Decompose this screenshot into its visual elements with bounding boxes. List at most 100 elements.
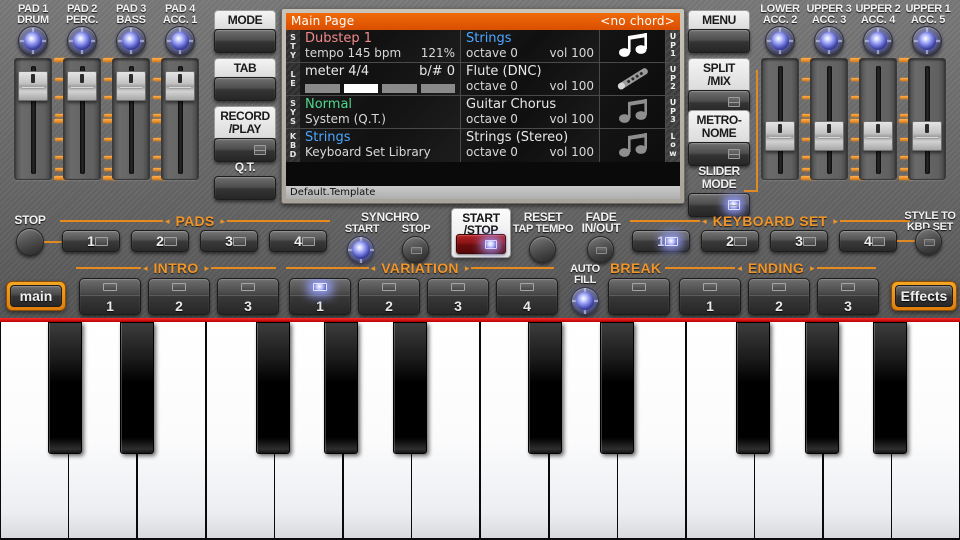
- lcd-up2-sound-cell[interactable]: Flute (DNC) octave 0 vol 100: [461, 63, 600, 95]
- qt-button[interactable]: [214, 176, 276, 200]
- upper1-acc5-knob[interactable]: [912, 26, 942, 56]
- slider-upper3-acc3[interactable]: [810, 58, 848, 180]
- lcd-style-cell[interactable]: Dubstep 1 tempo 145 bpm 121%: [300, 30, 461, 62]
- slider-upper1-acc5[interactable]: [908, 58, 946, 180]
- black-key[interactable]: [805, 322, 839, 454]
- black-key[interactable]: [120, 322, 154, 454]
- slider-cap[interactable]: [863, 121, 893, 151]
- keyboard-set-button-4[interactable]: 4: [839, 230, 897, 252]
- main-button[interactable]: main: [6, 281, 66, 311]
- lcd-screen[interactable]: Main Page <no chord> STY Dubstep 1 tempo…: [286, 13, 680, 199]
- style-to-kbd-set-button[interactable]: [915, 228, 942, 255]
- lcd-row-style-2[interactable]: LE meter 4/4 b/# 0 F: [286, 63, 680, 96]
- lcd-up3-icon-cell[interactable]: [600, 96, 666, 128]
- slider-cap[interactable]: [912, 121, 942, 151]
- slider-lower-acc2[interactable]: [761, 58, 799, 180]
- black-key[interactable]: [256, 322, 290, 454]
- slider-pad-2[interactable]: [63, 58, 101, 180]
- ending-button-1[interactable]: 1: [679, 278, 741, 315]
- pad-button-1[interactable]: 1: [62, 230, 120, 252]
- pad-3-knob[interactable]: [116, 26, 146, 56]
- lcd-row-style-1[interactable]: STY Dubstep 1 tempo 145 bpm 121% Strings…: [286, 30, 680, 63]
- lcd-meter-cell[interactable]: meter 4/4 b/# 0: [300, 63, 461, 95]
- keyboard-set-button-3[interactable]: 3: [770, 230, 828, 252]
- variation-button-3[interactable]: 3: [427, 278, 489, 315]
- keyboard-set-button-2[interactable]: 2: [701, 230, 759, 252]
- pad-button-2[interactable]: 2: [131, 230, 189, 252]
- lcd-row-kbd[interactable]: KBD Strings Keyboard Set Library Strings…: [286, 129, 680, 162]
- start-stop-button[interactable]: [456, 234, 506, 254]
- fade-in-out-button[interactable]: [587, 236, 614, 263]
- slider-cap[interactable]: [67, 71, 97, 101]
- black-key[interactable]: [393, 322, 427, 454]
- intro-button-2[interactable]: 2: [148, 278, 210, 315]
- intro-3-number: 3: [218, 296, 278, 315]
- black-key[interactable]: [48, 322, 82, 454]
- tab-button[interactable]: [214, 77, 276, 101]
- upper2-acc4-knob[interactable]: [863, 26, 893, 56]
- led-sparkle-icon: [69, 28, 95, 54]
- slider-pad-3[interactable]: [112, 58, 150, 180]
- lcd-up3-sound-cell[interactable]: Guitar Chorus octave 0 vol 100: [461, 96, 600, 128]
- black-key[interactable]: [736, 322, 770, 454]
- menu-button[interactable]: [688, 29, 750, 53]
- black-key[interactable]: [528, 322, 562, 454]
- slider-cap[interactable]: [18, 71, 48, 101]
- lcd-low-sound-cell[interactable]: Strings (Stereo) octave 0 vol 100: [461, 129, 600, 162]
- slider-upper2-acc4[interactable]: [859, 58, 897, 180]
- qt-module[interactable]: Q.T.: [214, 158, 276, 200]
- slider-mode-module[interactable]: SLIDER MODE: [688, 162, 750, 217]
- black-key[interactable]: [600, 322, 634, 454]
- lcd-up1-sound-cell[interactable]: Strings octave 0 vol 100: [461, 30, 600, 62]
- variation-button-4[interactable]: 4: [496, 278, 558, 315]
- ending-button-2[interactable]: 2: [748, 278, 810, 315]
- piano-keyboard[interactable]: [0, 318, 960, 540]
- tab-module[interactable]: TAB: [214, 58, 276, 101]
- pad-1-knob[interactable]: [18, 26, 48, 56]
- slider-cap[interactable]: [116, 71, 146, 101]
- mode-module[interactable]: MODE: [214, 10, 276, 53]
- synchro-start-button[interactable]: [347, 236, 374, 263]
- pad-button-4[interactable]: 4: [269, 230, 327, 252]
- upper3-acc3-knob[interactable]: [814, 26, 844, 56]
- slider-pad-1[interactable]: [14, 58, 52, 180]
- intro-button-3[interactable]: 3: [217, 278, 279, 315]
- record-play-module[interactable]: RECORD /PLAY: [214, 106, 276, 162]
- break-button[interactable]: [608, 278, 670, 315]
- variation-button-2[interactable]: 2: [358, 278, 420, 315]
- slider-pad-4[interactable]: [161, 58, 199, 180]
- reset-tap-tempo-button[interactable]: [529, 236, 556, 263]
- pad-2-knob[interactable]: [67, 26, 97, 56]
- menu-module[interactable]: MENU: [688, 10, 750, 53]
- metronome-module[interactable]: METRO- NOME: [688, 110, 750, 166]
- keyboard-set-button-1[interactable]: 1: [632, 230, 690, 252]
- lower-acc2-knob[interactable]: [765, 26, 795, 56]
- lcd-kbdset-cell[interactable]: Strings Keyboard Set Library: [300, 129, 461, 162]
- lcd-row-sys[interactable]: SYS Normal System (Q.T.) Guitar Chorus o…: [286, 96, 680, 129]
- pad-4-knob[interactable]: [165, 26, 195, 56]
- mode-button[interactable]: [214, 29, 276, 53]
- lcd-system-cell[interactable]: Normal System (Q.T.): [300, 96, 461, 128]
- variation-button-1[interactable]: 1: [289, 278, 351, 315]
- synchro-stop-button[interactable]: [402, 236, 429, 263]
- slider-cap[interactable]: [814, 121, 844, 151]
- pad-button-3[interactable]: 3: [200, 230, 258, 252]
- effects-button[interactable]: Effects: [891, 281, 957, 311]
- split-mix-module[interactable]: SPLIT /MIX: [688, 58, 750, 114]
- lcd-up1-icon-cell[interactable]: [600, 30, 666, 62]
- black-key[interactable]: [324, 322, 358, 454]
- lcd-rail-style-cont: LE: [286, 63, 300, 95]
- lcd-footer: Default.Template: [286, 186, 680, 199]
- start-stop-module[interactable]: START /STOP: [451, 208, 511, 258]
- ending-button-3[interactable]: 3: [817, 278, 879, 315]
- intro-button-1[interactable]: 1: [79, 278, 141, 315]
- slider-cap[interactable]: [165, 71, 195, 101]
- lcd-low-icon-cell[interactable]: [600, 129, 666, 162]
- pads-stop-button[interactable]: [16, 228, 44, 256]
- lcd-up2-icon-cell[interactable]: [600, 63, 666, 95]
- indicator-chip-icon: [632, 283, 646, 291]
- slider-cap[interactable]: [765, 121, 795, 151]
- auto-fill-button[interactable]: [571, 287, 599, 315]
- pad-2-label: PAD 2PERC.: [57, 4, 107, 26]
- black-key[interactable]: [873, 322, 907, 454]
